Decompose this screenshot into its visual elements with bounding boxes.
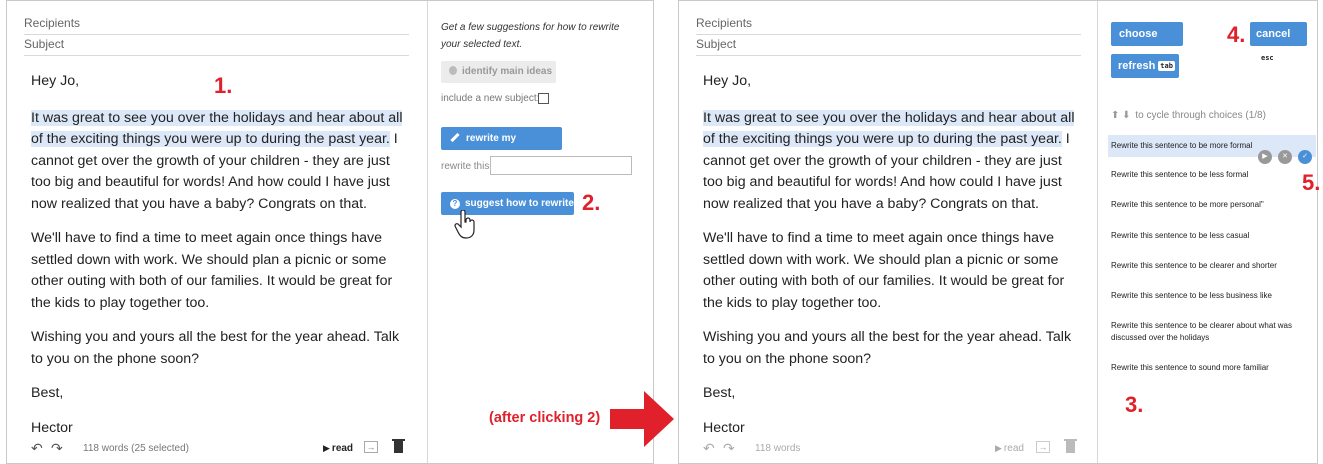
undo-icon[interactable]: ↶ <box>31 441 43 455</box>
read-button[interactable]: ▶ read <box>323 443 353 454</box>
rewrite-selection-button[interactable]: rewrite my selection <box>441 127 562 167</box>
tab-key-badge: tab <box>1158 61 1175 71</box>
signoff: Best, <box>703 385 736 401</box>
identify-main-ideas-button[interactable]: identify main ideas <box>441 61 556 83</box>
paragraph-2: We'll have to find a time to meet again … <box>31 230 393 311</box>
suggestion-actions: ▶ ✕ ✓ <box>1258 150 1314 164</box>
suggestion-item[interactable]: Rewrite this sentence to sound more fami… <box>1111 357 1316 381</box>
hand-cursor-icon <box>454 210 475 239</box>
suggestion-text: Rewrite this sentence to be less busines… <box>1111 291 1272 300</box>
esc-key-badge: esc <box>1259 53 1276 63</box>
subject-field[interactable]: Subject <box>696 34 1081 56</box>
paragraph-3: Wishing you and yours all the best for t… <box>31 329 400 367</box>
annotation-3: 3. <box>1125 392 1144 417</box>
suggestion-list: Rewrite this sentence to be more formal … <box>1108 135 1316 381</box>
suggestion-item[interactable]: Rewrite this sentence to be less busines… <box>1111 285 1316 315</box>
pencil-icon <box>450 132 460 143</box>
annotation-2: 2. <box>582 190 601 215</box>
read-button[interactable]: ▶ read <box>995 443 1024 454</box>
annotation-4: 4. <box>1227 22 1246 47</box>
left-screenshot-panel: Recipients Subject Hey Jo, It was great … <box>6 0 654 464</box>
after-clicking-caption: (after clicking 2) <box>489 410 601 426</box>
refresh-label: refresh <box>1118 60 1156 72</box>
suggestion-text: Rewrite this sentence to be clearer and … <box>1111 261 1277 270</box>
suggestion-text: Rewrite this sentence to be less casual <box>1111 231 1250 240</box>
suggestion-item[interactable]: Rewrite this sentence to be clearer abou… <box>1111 315 1316 357</box>
lightbulb-icon <box>449 66 457 75</box>
suggestion-text: Rewrite this sentence to be less formal <box>1111 170 1249 179</box>
suggestion-text: Rewrite this sentence to be more formal <box>1111 141 1253 150</box>
play-icon: ▶ <box>323 443 330 453</box>
cycle-hint: ⬆ ⬇ to cycle through choices (1/8) <box>1111 110 1266 121</box>
paragraph-3: Wishing you and yours all the best for t… <box>703 329 1072 367</box>
read-label: read <box>331 443 354 454</box>
rewrite-this-input[interactable] <box>490 156 632 175</box>
suggestion-text: Rewrite this sentence to be more persona… <box>1111 200 1264 209</box>
include-subject-label: include a new subject: <box>441 93 540 104</box>
suggest-label: suggest how to rewrite <box>465 198 574 209</box>
transition-arrow-icon <box>610 391 674 447</box>
redo-icon[interactable]: ↷ <box>51 441 63 455</box>
selected-text[interactable]: It was great to see you over the holiday… <box>31 109 403 147</box>
trash-icon[interactable] <box>392 439 405 453</box>
paragraph-1: It was great to see you over the holiday… <box>703 108 1079 216</box>
rewrite-this-label: rewrite this: <box>441 161 493 172</box>
play-icon: ▶ <box>995 443 1002 453</box>
include-subject-checkbox[interactable] <box>538 93 549 104</box>
annotation-5: 5. <box>1302 170 1321 195</box>
greeting: Hey Jo, <box>703 73 752 89</box>
email-body[interactable]: Hey Jo, It was great to see you over the… <box>31 71 407 452</box>
cancel-label: cancel <box>1256 28 1291 40</box>
annotation-1: 1. <box>214 73 233 98</box>
right-screenshot-panel: Recipients Subject Hey Jo, It was great … <box>678 0 1318 464</box>
recipients-field[interactable]: Recipients <box>696 13 1081 35</box>
suggestion-item[interactable]: Rewrite this sentence to be clearer and … <box>1111 255 1316 285</box>
subject-field[interactable]: Subject <box>24 34 409 56</box>
choose-button[interactable]: chooseenter <box>1111 22 1183 63</box>
undo-icon[interactable]: ↶ <box>703 441 715 455</box>
suggestion-item[interactable]: Rewrite this sentence to be less formal <box>1111 164 1316 194</box>
sender-name: Hector <box>703 419 745 436</box>
selected-text[interactable]: It was great to see you over the holiday… <box>703 109 1075 147</box>
preview-icon[interactable]: ▶ <box>1258 150 1272 164</box>
cancel-button[interactable]: cancel esc <box>1250 22 1307 63</box>
suggestion-text: Rewrite this sentence to be clearer abou… <box>1111 321 1292 342</box>
accept-icon[interactable]: ✓ <box>1298 150 1312 164</box>
editor-toolbar: ↶ ↷ 118 words ▶ read → <box>703 439 1079 457</box>
identify-label: identify main ideas <box>462 66 553 77</box>
word-count: 118 words (25 selected) <box>83 443 189 454</box>
up-down-arrows-icon: ⬆ ⬇ <box>1111 110 1131 121</box>
dismiss-icon[interactable]: ✕ <box>1278 150 1292 164</box>
sidebar-hint: Get a few suggestions for how to rewrite… <box>441 22 620 50</box>
suggestion-item[interactable]: Rewrite this sentence to be more persona… <box>1111 194 1316 225</box>
email-body[interactable]: Hey Jo, It was great to see you over the… <box>703 71 1079 452</box>
question-icon: ? <box>450 199 460 209</box>
paragraph-1: It was great to see you over the holiday… <box>31 108 407 216</box>
word-count: 118 words <box>755 443 801 454</box>
refresh-button[interactable]: refresh tab <box>1111 54 1179 78</box>
editor-toolbar: ↶ ↷ 118 words (25 selected) ▶ read → <box>31 439 407 457</box>
read-label: read <box>1003 443 1024 454</box>
suggestion-item[interactable]: Rewrite this sentence to be less casual <box>1111 225 1316 255</box>
sender-name: Hector <box>31 419 73 436</box>
suggestion-item-selected[interactable]: Rewrite this sentence to be more formal … <box>1108 135 1316 164</box>
paragraph-2: We'll have to find a time to meet again … <box>703 230 1065 311</box>
recipients-field[interactable]: Recipients <box>24 13 409 35</box>
redo-icon[interactable]: ↷ <box>723 441 735 455</box>
insert-icon[interactable]: → <box>364 441 378 453</box>
signoff: Best, <box>31 385 64 401</box>
email-editor: Recipients Subject Hey Jo, It was great … <box>7 1 429 463</box>
insert-icon[interactable]: → <box>1036 441 1050 453</box>
trash-icon[interactable] <box>1064 439 1077 453</box>
choose-label: choose <box>1119 28 1158 40</box>
suggestion-text: Rewrite this sentence to sound more fami… <box>1111 363 1269 372</box>
email-editor-after: Recipients Subject Hey Jo, It was great … <box>679 1 1101 463</box>
cycle-text: to cycle through choices (1/8) <box>1135 110 1266 121</box>
